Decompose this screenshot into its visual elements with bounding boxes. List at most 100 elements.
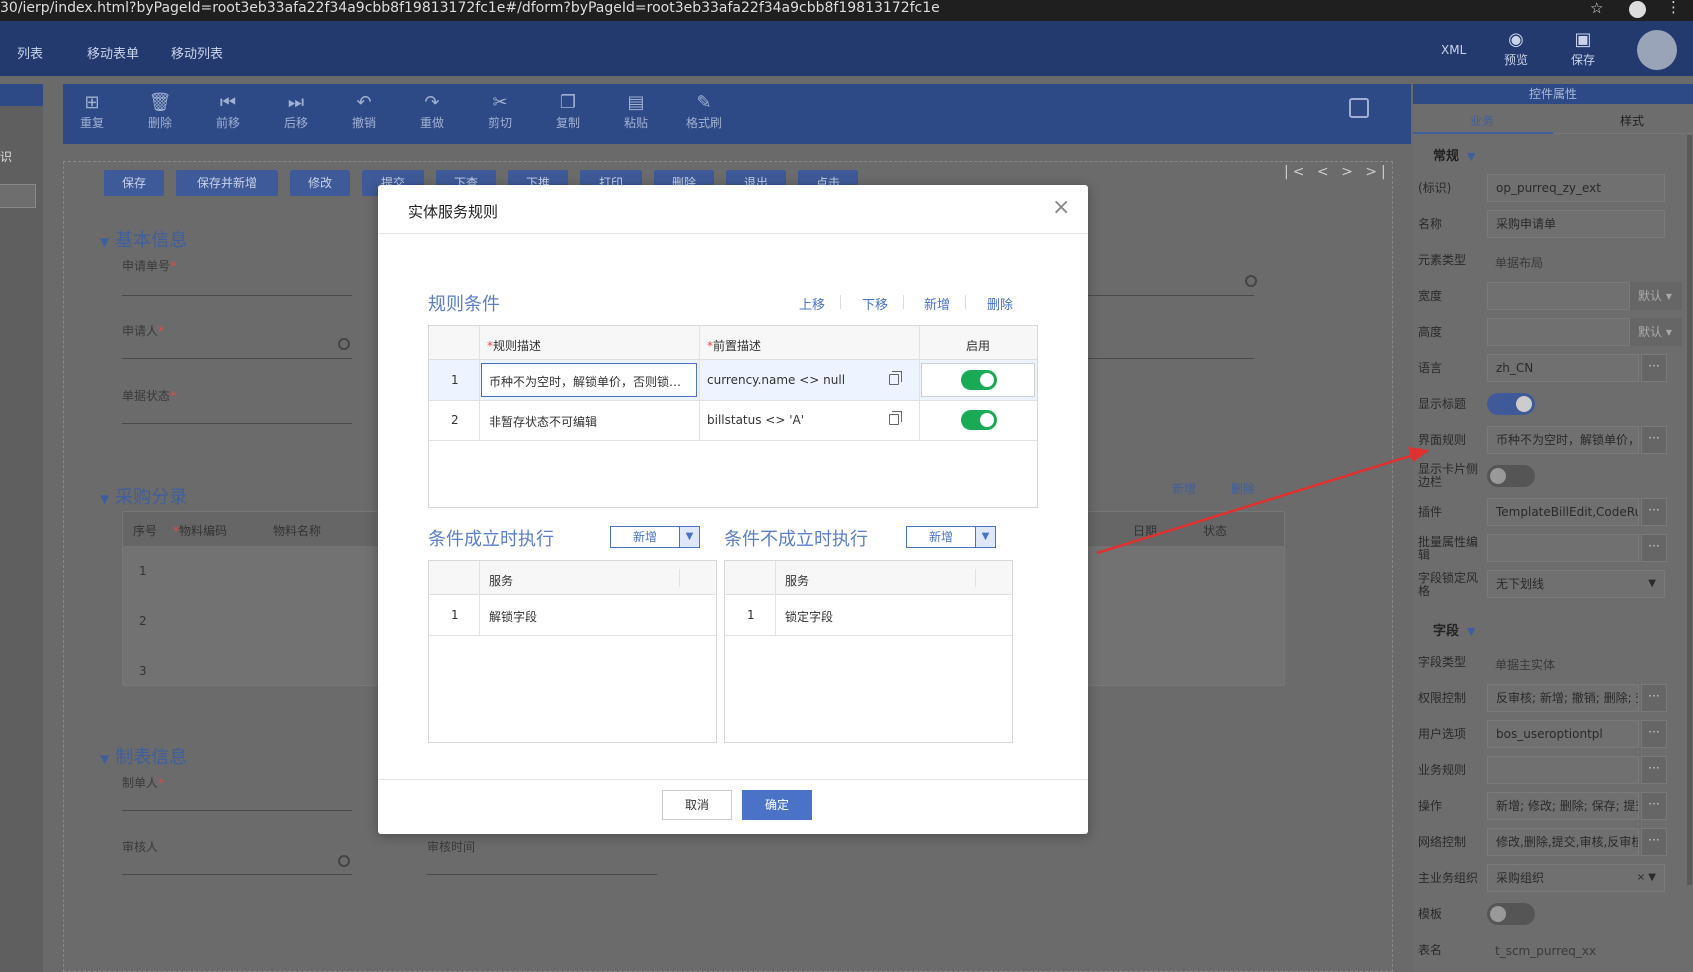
prop-uirule-more-button[interactable]: ···	[1641, 426, 1667, 454]
url-text[interactable]: 30/ierp/index.html?byPageId=root3eb33afa…	[0, 0, 940, 16]
grid-row-3[interactable]: 3	[139, 664, 147, 678]
nav-mobile-list[interactable]: 移动列表	[171, 43, 223, 62]
account-icon[interactable]	[1629, 1, 1646, 18]
field-creator-input[interactable]	[122, 810, 352, 811]
true-row-1-service[interactable]: 解锁字段	[489, 608, 537, 625]
prop-cardborder-toggle[interactable]	[1487, 465, 1535, 487]
toolbar-cut[interactable]: ✂ 剪切	[475, 92, 525, 131]
toolbar-copy[interactable]: ❐ 复制	[543, 92, 593, 131]
prop-lockstyle-label: 字段锁定风格	[1418, 571, 1479, 598]
section-basic-info[interactable]: ▼ 基本信息	[100, 226, 187, 252]
search-icon[interactable]	[338, 855, 350, 867]
grid-delete-link[interactable]: 删除	[1231, 480, 1255, 497]
toolbar-move-forward[interactable]: ⏮ 前移	[203, 92, 253, 131]
rule-2-enabled-toggle[interactable]	[961, 410, 997, 430]
move-up-link[interactable]: 上移	[799, 294, 825, 313]
rule-1-enabled-toggle[interactable]	[961, 370, 997, 390]
search-icon[interactable]	[338, 338, 350, 350]
prop-perm-more-button[interactable]: ···	[1641, 684, 1667, 712]
toolbar-move-back[interactable]: ⏭ 后移	[271, 92, 321, 131]
clear-icon[interactable]: × ▼	[1637, 865, 1656, 891]
rule-1-pre[interactable]: currency.name <> null	[707, 373, 845, 387]
fullscreen-icon[interactable]	[1349, 98, 1369, 118]
prop-useropt-input[interactable]: bos_useroptiontpl	[1487, 720, 1639, 748]
form-save-new-button[interactable]: 保存并新增	[176, 170, 278, 196]
prop-width-input[interactable]	[1487, 282, 1630, 310]
search-icon[interactable]	[1245, 275, 1257, 287]
copy-icon[interactable]	[889, 411, 902, 425]
tab-style[interactable]: 样式	[1620, 112, 1644, 129]
rule-2-desc[interactable]: 非暂存状态不可编辑	[489, 413, 597, 430]
toolbar-duplicate[interactable]: ⊞ 重复	[67, 92, 117, 131]
user-avatar[interactable]	[1637, 30, 1677, 70]
toolbar-paste[interactable]: ▤ 粘贴	[611, 92, 661, 131]
prop-plugin-more-button[interactable]: ···	[1641, 498, 1667, 526]
form-edit-button[interactable]: 修改	[290, 170, 350, 196]
cancel-button[interactable]: 取消	[662, 790, 732, 820]
prop-width-default[interactable]: 默认 ▾	[1630, 282, 1682, 310]
prop-id-input[interactable]: op_purreq_zy_ext	[1487, 174, 1665, 202]
section-preparation-info[interactable]: ▼ 制表信息	[100, 743, 187, 769]
browser-menu-icon[interactable]: ⋮	[1666, 0, 1681, 15]
prop-perm-input[interactable]: 反审核; 新增; 撤销; 删除; 查询	[1487, 684, 1639, 712]
add-rule-link[interactable]: 新增	[924, 294, 950, 313]
prop-batch-more-button[interactable]: ···	[1641, 534, 1667, 562]
close-icon[interactable]: ×	[1052, 197, 1070, 219]
rule-2-pre[interactable]: billstatus <> 'A'	[707, 413, 804, 427]
tab-business[interactable]: 业务	[1470, 112, 1494, 129]
prop-lockstyle-select[interactable]: 无下划线 ▼	[1487, 570, 1665, 598]
browser-address-bar[interactable]: 30/ierp/index.html?byPageId=root3eb33afa…	[0, 0, 1693, 21]
toolbar-format-painter[interactable]: ✎ 格式刷	[679, 92, 729, 131]
field-bill-no-input[interactable]	[122, 295, 352, 296]
delete-rule-link[interactable]: 删除	[987, 294, 1013, 313]
field-auditor-input[interactable]	[122, 874, 352, 875]
rule-1-desc[interactable]: 币种不为空时，解锁单价，否则锁定...	[489, 373, 689, 390]
grid-row-1[interactable]: 1	[139, 564, 147, 578]
section-purchase-entries[interactable]: ▼ 采购分录	[100, 483, 187, 509]
prop-name-input[interactable]: 采购申请单	[1487, 210, 1665, 238]
prop-lang-input[interactable]: zh_CN	[1487, 354, 1639, 382]
prop-plugin-input[interactable]: TemplateBillEdit,CodeRule	[1487, 498, 1639, 526]
field-applicant-input[interactable]	[122, 358, 352, 359]
group-general[interactable]: 常规 ▼	[1433, 145, 1475, 164]
copy-icon[interactable]	[889, 371, 902, 385]
toolbar-redo[interactable]: ↷ 重做	[407, 92, 457, 131]
prop-netctl-input[interactable]: 修改,删除,提交,审核,反审核,	[1487, 828, 1639, 856]
prop-bizrule-more-button[interactable]: ···	[1641, 756, 1667, 784]
properties-scrollbar[interactable]	[1687, 135, 1692, 885]
prop-ops-more-button[interactable]: ···	[1641, 792, 1667, 820]
nav-list[interactable]: 列表	[17, 43, 43, 62]
field-status-input[interactable]	[122, 423, 352, 424]
nav-mobile-form[interactable]: 移动表单	[87, 43, 139, 62]
prop-bizrule-input[interactable]	[1487, 756, 1639, 784]
field-audit-time-input[interactable]	[427, 874, 657, 875]
prop-showtitle-toggle[interactable]	[1487, 393, 1535, 415]
toolbar-undo[interactable]: ↶ 撤销	[339, 92, 389, 131]
xml-button[interactable]: XML	[1441, 43, 1466, 57]
prop-height-input[interactable]	[1487, 318, 1630, 346]
save-top-button[interactable]: ▣ 保存	[1563, 29, 1603, 68]
true-add-dropdown[interactable]: 新增 ▼	[610, 526, 700, 548]
prop-mainorg-select[interactable]: 采购组织 × ▼	[1487, 864, 1665, 892]
false-row-1-service[interactable]: 锁定字段	[785, 608, 833, 625]
prop-useropt-more-button[interactable]: ···	[1641, 720, 1667, 748]
prop-netctl-more-button[interactable]: ···	[1641, 828, 1667, 856]
form-save-button[interactable]: 保存	[104, 170, 164, 196]
prop-ops-input[interactable]: 新增; 修改; 删除; 保存; 提交;	[1487, 792, 1639, 820]
left-panel-input[interactable]	[0, 184, 36, 208]
group-field[interactable]: 字段 ▼	[1433, 620, 1475, 639]
false-add-dropdown[interactable]: 新增 ▼	[906, 526, 996, 548]
toolbar-delete[interactable]: 🗑 删除	[135, 92, 185, 131]
prop-uirule-input[interactable]: 币种不为空时，解锁单价，否	[1487, 426, 1639, 454]
bookmark-star-icon[interactable]: ☆	[1590, 0, 1603, 16]
record-pager[interactable]: |< < > >|	[1284, 164, 1390, 180]
move-down-link[interactable]: 下移	[862, 294, 888, 313]
prop-batch-input[interactable]	[1487, 534, 1639, 562]
prop-height-default[interactable]: 默认 ▾	[1630, 318, 1682, 346]
prop-lang-more-button[interactable]: ···	[1641, 354, 1667, 382]
grid-add-link[interactable]: 新增	[1172, 480, 1196, 497]
preview-button[interactable]: ◉ 预览	[1496, 29, 1536, 68]
confirm-button[interactable]: 确定	[742, 790, 812, 820]
prop-template-toggle[interactable]	[1487, 903, 1535, 925]
grid-row-2[interactable]: 2	[139, 614, 147, 628]
